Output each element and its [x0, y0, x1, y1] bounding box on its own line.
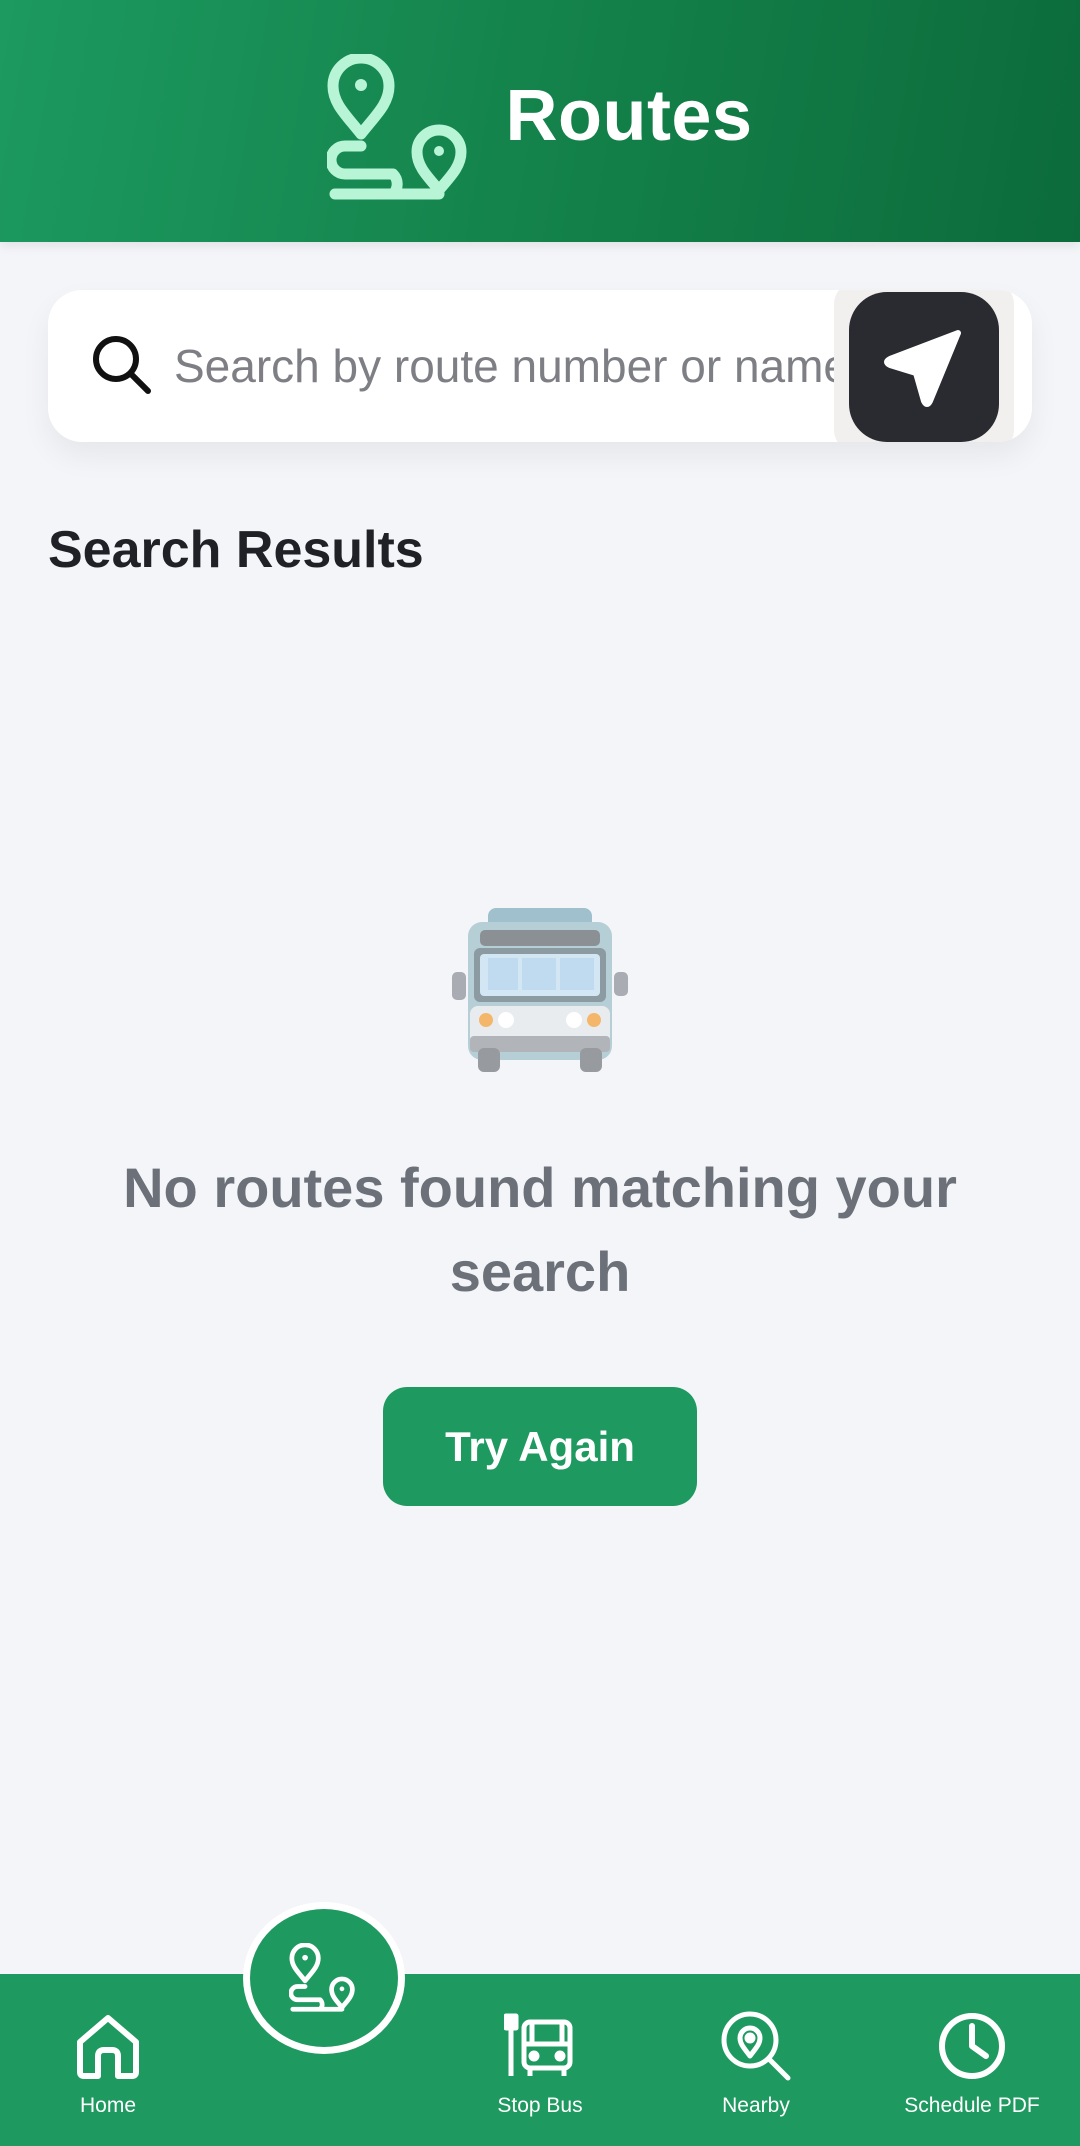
- locate-button[interactable]: [834, 290, 1014, 442]
- clock-icon: [939, 2013, 1005, 2079]
- app-header: Routes: [0, 0, 1080, 242]
- bus-stop-icon: [504, 2013, 573, 2076]
- nav-item-routes[interactable]: [243, 1902, 405, 2054]
- nav-label-stop-bus: Stop Bus: [497, 2094, 583, 2117]
- nav-label-home: Home: [79, 2094, 137, 2117]
- navigation-arrow-icon: [884, 330, 961, 407]
- home-icon: [77, 2015, 139, 2079]
- search-icon: [93, 336, 151, 394]
- try-again-button[interactable]: Try Again: [383, 1387, 697, 1506]
- route-pins-icon: [327, 54, 467, 200]
- section-title: Search Results: [48, 521, 424, 579]
- nav-label-nearby: Nearby: [722, 2094, 790, 2117]
- page-title: Routes: [505, 76, 753, 156]
- nav-item-schedule-pdf[interactable]: Schedule PDF: [864, 1974, 1080, 2146]
- routes-screen: Routes Search Results: [0, 0, 1080, 2146]
- nav-item-stop-bus[interactable]: Stop Bus: [432, 1974, 648, 2146]
- empty-state-message: No routes found matching your search: [123, 1156, 957, 1303]
- search-input[interactable]: [174, 339, 834, 393]
- nav-item-nearby[interactable]: Nearby: [648, 1974, 864, 2146]
- search-bar: [48, 290, 1032, 442]
- bus-icon: [452, 908, 628, 1072]
- nearby-search-icon: [721, 2011, 791, 2081]
- route-pins-icon: [289, 1943, 355, 2012]
- bottom-nav: Home Stop Bus Nearby Schedule PDF: [0, 1974, 1080, 2146]
- nav-item-home[interactable]: Home: [0, 1974, 216, 2146]
- nav-label-schedule-pdf: Schedule PDF: [904, 2094, 1040, 2117]
